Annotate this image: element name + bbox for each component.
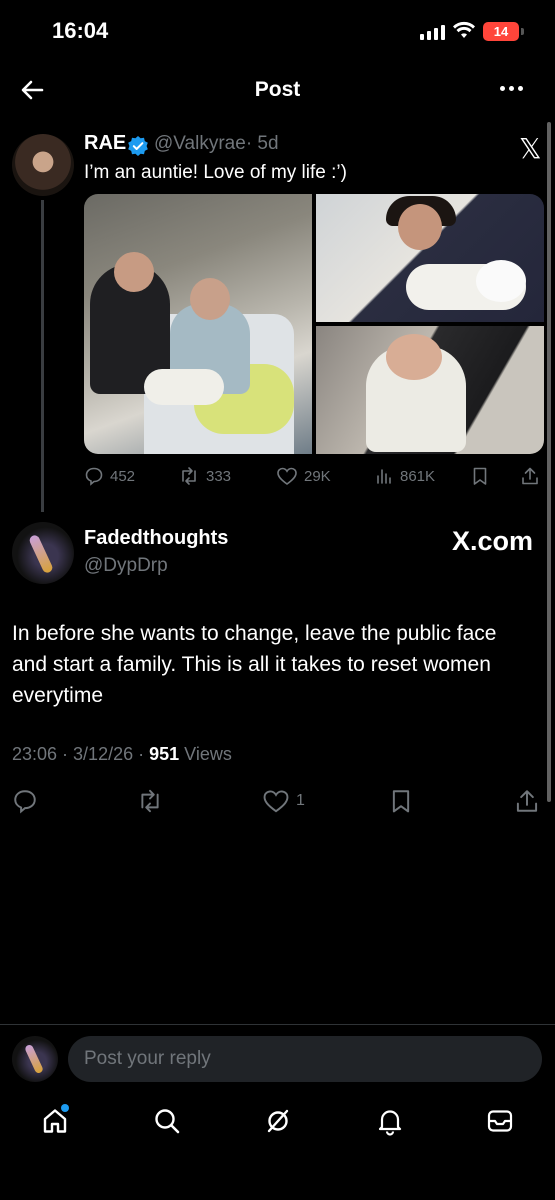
like-button[interactable]: 1 (262, 788, 305, 814)
heart-icon (277, 467, 297, 485)
reply-icon (14, 790, 36, 814)
divider (0, 1024, 555, 1025)
notifications-icon[interactable] (375, 1106, 405, 1136)
share-button[interactable] (514, 788, 540, 814)
views-label: Views (179, 744, 232, 764)
repost-count: 333 (206, 467, 232, 485)
reply-button[interactable] (12, 788, 38, 814)
hospital-bed-photo[interactable] (84, 194, 312, 454)
views-stat[interactable]: 861K (374, 466, 435, 486)
avatar (12, 1036, 58, 1082)
x-logo-icon: 𝕏 (519, 132, 542, 165)
status-time: 16:04 (52, 18, 109, 43)
battery-indicator: 14 (483, 22, 519, 41)
avatar[interactable] (12, 522, 74, 584)
grok-icon[interactable] (263, 1106, 293, 1136)
avatar[interactable] (12, 134, 74, 196)
post-text: In before she wants to change, leave the… (12, 622, 497, 707)
author-name[interactable]: Fadedthoughts (84, 527, 228, 550)
reply-input[interactable] (68, 1036, 542, 1082)
views-count: 861K (400, 467, 436, 485)
views-chart-icon (377, 469, 391, 484)
repost-icon (182, 467, 196, 485)
post-timestamp: 23:06 · 3/12/26 · (12, 744, 150, 764)
heart-icon (263, 790, 289, 813)
like-count: 29K (304, 467, 331, 485)
like-stat[interactable]: 29K (276, 466, 331, 486)
post-meta: 23:06 · 3/12/26 · 951 Views (12, 744, 232, 765)
sleeping-newborn-photo[interactable] (316, 326, 544, 454)
reply-stat[interactable]: 452 (84, 466, 135, 486)
post-actions: 1 (0, 784, 555, 818)
views-count: 951 (149, 744, 180, 764)
reply-icon (85, 467, 103, 486)
x-com-watermark: X.com (451, 526, 533, 556)
share-button[interactable] (520, 466, 540, 486)
like-count: 1 (296, 792, 305, 809)
bookmark-icon (473, 467, 487, 485)
share-icon (516, 790, 538, 812)
repost-button[interactable] (136, 788, 164, 814)
repost-icon (141, 789, 159, 813)
page-title: Post (254, 78, 301, 101)
post-time: · 5d (245, 133, 279, 154)
author-handle[interactable]: @DypDrp (84, 555, 168, 577)
thread-line (41, 200, 44, 512)
bookmark-icon (392, 790, 410, 813)
author-name[interactable]: RAE (84, 132, 126, 155)
search-icon[interactable] (152, 1106, 182, 1136)
status-bar: 16:04 14 (0, 0, 555, 60)
messages-icon[interactable] (485, 1106, 515, 1136)
post-stats: 452 333 29K 861K (84, 466, 544, 490)
home-notification-dot (61, 1104, 69, 1112)
post-header: Post (0, 62, 555, 118)
reply-count: 452 (110, 467, 136, 485)
author-handle[interactable]: @Valkyrae· 5d (154, 133, 279, 155)
bottom-navigation (0, 1100, 555, 1150)
holding-newborn-photo[interactable] (316, 194, 544, 322)
wifi-icon (453, 21, 475, 38)
cellular-signal-icon (420, 24, 445, 40)
more-horizontal-icon[interactable] (500, 86, 523, 91)
battery-tip (521, 28, 524, 35)
share-icon (522, 467, 538, 485)
repost-stat[interactable]: 333 (178, 466, 231, 486)
bookmark-button[interactable] (470, 466, 490, 486)
media-grid[interactable] (84, 194, 544, 454)
verified-badge-icon (128, 136, 148, 156)
bookmark-button[interactable] (388, 788, 414, 814)
quoted-post[interactable]: RAE @Valkyrae· 5d 𝕏 I’m an auntie! Love … (0, 128, 555, 518)
post-text: I’m an auntie! Love of my life :’) (84, 162, 347, 183)
